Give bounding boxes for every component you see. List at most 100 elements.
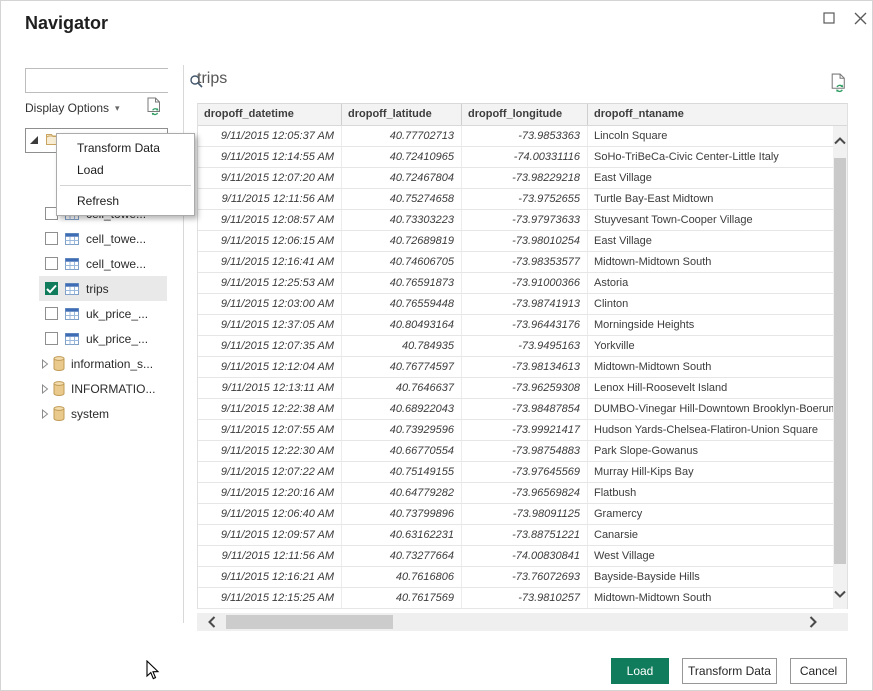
- data-preview-table: dropoff_datetimedropoff_latitudedropoff_…: [197, 103, 848, 609]
- table-row: 9/11/2015 12:12:04 AM40.76774597-73.9813…: [198, 357, 847, 378]
- vertical-scroll-thumb[interactable]: [834, 158, 846, 564]
- table-cell: 40.76591873: [342, 273, 462, 293]
- table-row: 9/11/2015 12:05:37 AM40.77702713-73.9853…: [198, 126, 847, 147]
- table-cell: -73.98741913: [462, 294, 588, 314]
- table-cell: 40.75149155: [342, 462, 462, 482]
- navigator-dialog: Navigator Display Options ▾: [0, 0, 873, 691]
- table-icon: [65, 333, 79, 345]
- sidebar-item-uk-price[interactable]: uk_price_...: [39, 301, 167, 326]
- display-options-dropdown[interactable]: Display Options ▾: [25, 101, 120, 115]
- refresh-list-icon[interactable]: [146, 97, 162, 122]
- table-cell: 9/11/2015 12:07:20 AM: [198, 168, 342, 188]
- table-icon: [65, 283, 79, 295]
- table-cell: 9/11/2015 12:06:15 AM: [198, 231, 342, 251]
- table-row: 9/11/2015 12:07:35 AM40.784935-73.949516…: [198, 336, 847, 357]
- chevron-right-icon[interactable]: [41, 384, 49, 394]
- tree-item-label: trips: [86, 282, 109, 296]
- sidebar-item-informatio[interactable]: INFORMATIO...: [39, 376, 167, 401]
- menu-item-transform-data[interactable]: Transform Data: [57, 137, 194, 159]
- sidebar-item-trips[interactable]: trips: [39, 276, 167, 301]
- sidebar-item-cell-towe[interactable]: cell_towe...: [39, 226, 167, 251]
- scroll-left-icon[interactable]: [205, 615, 219, 629]
- table-row: 9/11/2015 12:15:25 AM40.7617569-73.98102…: [198, 588, 847, 609]
- cancel-button[interactable]: Cancel: [790, 658, 847, 684]
- table-cell: 9/11/2015 12:03:00 AM: [198, 294, 342, 314]
- chevron-right-icon[interactable]: [41, 359, 49, 369]
- table-cell: Stuyvesant Town-Cooper Village: [588, 210, 847, 230]
- table-cell: Astoria: [588, 273, 847, 293]
- table-row: 9/11/2015 12:13:11 AM40.7646637-73.96259…: [198, 378, 847, 399]
- table-cell: -73.98091125: [462, 504, 588, 524]
- table-cell: 9/11/2015 12:08:57 AM: [198, 210, 342, 230]
- page-title: Navigator: [25, 13, 108, 34]
- table-cell: -73.98754883: [462, 441, 588, 461]
- table-row: 9/11/2015 12:09:57 AM40.63162231-73.8875…: [198, 525, 847, 546]
- search-input[interactable]: [26, 69, 189, 92]
- table-row: 9/11/2015 12:25:53 AM40.76591873-73.9100…: [198, 273, 847, 294]
- table-cell: 9/11/2015 12:13:11 AM: [198, 378, 342, 398]
- table-header-row: dropoff_datetimedropoff_latitudedropoff_…: [198, 104, 847, 126]
- table-cell: East Village: [588, 231, 847, 251]
- table-cell: 40.63162231: [342, 525, 462, 545]
- sidebar-item-uk-price[interactable]: uk_price_...: [39, 326, 167, 351]
- table-cell: 40.68922043: [342, 399, 462, 419]
- table-body: 9/11/2015 12:05:37 AM40.77702713-73.9853…: [198, 126, 847, 609]
- table-cell: 9/11/2015 12:25:53 AM: [198, 273, 342, 293]
- table-cell: 9/11/2015 12:22:38 AM: [198, 399, 342, 419]
- scroll-up-icon[interactable]: [834, 134, 846, 148]
- table-cell: Lenox Hill-Roosevelt Island: [588, 378, 847, 398]
- table-cell: 40.64779282: [342, 483, 462, 503]
- table-cell: Gramercy: [588, 504, 847, 524]
- table-cell: 9/11/2015 12:07:55 AM: [198, 420, 342, 440]
- table-cell: 9/11/2015 12:16:41 AM: [198, 252, 342, 272]
- checkbox-unchecked[interactable]: [45, 232, 58, 245]
- column-header-dropoff-datetime: dropoff_datetime: [198, 104, 342, 125]
- table-cell: Lincoln Square: [588, 126, 847, 146]
- table-cell: DUMBO-Vinegar Hill-Downtown Brooklyn-Boe…: [588, 399, 847, 419]
- close-button[interactable]: [850, 8, 870, 28]
- table-cell: Murray Hill-Kips Bay: [588, 462, 847, 482]
- table-cell: 9/11/2015 12:15:25 AM: [198, 588, 342, 608]
- scroll-down-icon[interactable]: [834, 587, 846, 601]
- table-cell: 40.7617569: [342, 588, 462, 608]
- table-cell: 9/11/2015 12:07:22 AM: [198, 462, 342, 482]
- menu-item-load[interactable]: Load: [57, 159, 194, 181]
- menu-item-refresh[interactable]: Refresh: [57, 190, 194, 212]
- table-cell: 40.66770554: [342, 441, 462, 461]
- close-icon: [854, 12, 867, 25]
- maximize-button[interactable]: [819, 8, 839, 28]
- tree-item-label: INFORMATIO...: [71, 382, 155, 396]
- table-row: 9/11/2015 12:20:16 AM40.64779282-73.9656…: [198, 483, 847, 504]
- horizontal-scroll-thumb[interactable]: [226, 615, 393, 629]
- vertical-scrollbar[interactable]: [833, 126, 847, 609]
- table-row: 9/11/2015 12:16:41 AM40.74606705-73.9835…: [198, 252, 847, 273]
- table-cell: 9/11/2015 12:09:57 AM: [198, 525, 342, 545]
- horizontal-scrollbar[interactable]: [197, 613, 848, 631]
- table-cell: Hudson Yards-Chelsea-Flatiron-Union Squa…: [588, 420, 847, 440]
- checkbox-unchecked[interactable]: [45, 257, 58, 270]
- checkbox-unchecked[interactable]: [45, 307, 58, 320]
- transform-data-button[interactable]: Transform Data: [682, 658, 777, 684]
- table-cell: Morningside Heights: [588, 315, 847, 335]
- sidebar-item-system[interactable]: system: [39, 401, 167, 426]
- checkbox-checked[interactable]: [45, 282, 58, 295]
- chevron-right-icon[interactable]: [41, 409, 49, 419]
- refresh-preview-icon[interactable]: [830, 73, 847, 99]
- scroll-right-icon[interactable]: [806, 615, 820, 629]
- database-icon: [53, 356, 65, 371]
- mouse-cursor: [146, 660, 160, 686]
- table-cell: SoHo-TriBeCa-Civic Center-Little Italy: [588, 147, 847, 167]
- table-cell: West Village: [588, 546, 847, 566]
- checkbox-unchecked[interactable]: [45, 332, 58, 345]
- table-cell: Turtle Bay-East Midtown: [588, 189, 847, 209]
- table-cell: 40.7616806: [342, 567, 462, 587]
- table-icon: [65, 233, 79, 245]
- tree-item-label: information_s...: [71, 357, 153, 371]
- sidebar-item-cell-towe[interactable]: cell_towe...: [39, 251, 167, 276]
- load-button[interactable]: Load: [611, 658, 669, 684]
- column-header-dropoff-ntaname: dropoff_ntaname: [588, 104, 847, 125]
- sidebar-item-information-s[interactable]: information_s...: [39, 351, 167, 376]
- table-cell: 40.7646637: [342, 378, 462, 398]
- table-cell: -74.00331116: [462, 147, 588, 167]
- chevron-expanded-icon[interactable]: [30, 132, 39, 150]
